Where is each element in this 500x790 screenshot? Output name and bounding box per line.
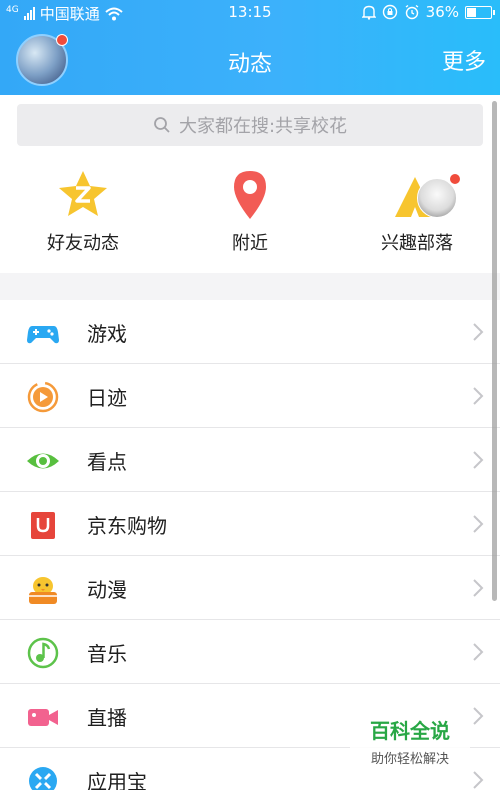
list-item-comics[interactable]: 动漫 — [0, 556, 500, 620]
chevron-right-icon — [473, 323, 484, 341]
battery-icon — [465, 5, 495, 19]
chevron-right-icon — [473, 643, 484, 661]
music-note-icon — [27, 637, 59, 669]
watermark-subtitle: 助你轻松解决 — [370, 752, 449, 767]
live-camera-icon — [28, 709, 58, 726]
chevron-right-icon — [473, 387, 484, 405]
list-item-label: 应用宝 — [87, 770, 147, 790]
title-bar: 动态 更多 — [0, 26, 500, 95]
more-button[interactable]: 更多 — [442, 44, 486, 76]
notification-dot — [449, 173, 461, 185]
search-area: 大家都在搜:共享校花 — [0, 95, 500, 155]
eye-icon — [27, 453, 59, 469]
search-icon — [154, 117, 170, 133]
quick-entry-label: 好友动态 — [47, 233, 119, 254]
shopping-bag-icon — [31, 512, 55, 539]
quick-entry-tribe[interactable]: 兴趣部落 — [337, 165, 497, 255]
list-item-watch[interactable]: 看点 — [0, 428, 500, 492]
quick-entry-friends[interactable]: 好友动态 — [3, 165, 163, 255]
list-item-label: 动漫 — [87, 578, 127, 602]
section-divider — [0, 273, 500, 300]
list-item-label: 日迹 — [87, 386, 127, 410]
tribe-tent-icon — [387, 165, 461, 225]
list-item-diary[interactable]: 日迹 — [0, 364, 500, 428]
cartoon-chick-icon — [29, 577, 57, 604]
scrollbar[interactable] — [492, 101, 497, 601]
lock-rotation-icon — [382, 4, 397, 20]
list-item-music[interactable]: 音乐 — [0, 620, 500, 684]
list-item-jd-shopping[interactable]: 京东购物 — [0, 492, 500, 556]
chevron-right-icon — [473, 515, 484, 533]
video-play-icon — [27, 381, 59, 413]
page-title: 动态 — [227, 52, 272, 77]
alarm-icon — [405, 4, 419, 20]
search-bar[interactable]: 大家都在搜:共享校花 — [17, 104, 483, 146]
quick-entry-nearby[interactable]: 附近 — [170, 165, 330, 255]
header: 4G 中国联通 13:15 36% 动态 更多 — [0, 0, 500, 95]
list-item-label: 京东购物 — [87, 514, 167, 538]
battery-percent: 36% — [425, 3, 459, 21]
quick-entries: 好友动态 附近 兴趣部落 — [0, 155, 500, 273]
app-store-icon — [29, 767, 57, 790]
location-pin-icon — [220, 165, 280, 225]
list-item-label: 看点 — [87, 450, 127, 474]
search-placeholder: 大家都在搜:共享校花 — [178, 116, 348, 137]
list-item-label: 游戏 — [87, 322, 127, 346]
watermark: 百科全说 助你轻松解决 — [350, 705, 470, 770]
list-item-label: 音乐 — [87, 642, 127, 666]
quick-entry-label: 附近 — [232, 233, 268, 254]
gamepad-icon — [27, 326, 59, 344]
list-item-label: 直播 — [87, 706, 127, 730]
chevron-right-icon — [473, 707, 484, 725]
chevron-right-icon — [473, 771, 484, 789]
watermark-title: 百科全说 — [370, 721, 450, 743]
quick-entry-label: 兴趣部落 — [381, 233, 453, 254]
notification-dot — [56, 34, 68, 46]
bell-icon — [361, 5, 376, 20]
chevron-right-icon — [473, 579, 484, 597]
list-item-game[interactable]: 游戏 — [0, 300, 500, 364]
star-z-icon — [53, 165, 113, 225]
status-bar: 4G 中国联通 13:15 36% — [0, 0, 500, 26]
chevron-right-icon — [473, 451, 484, 469]
